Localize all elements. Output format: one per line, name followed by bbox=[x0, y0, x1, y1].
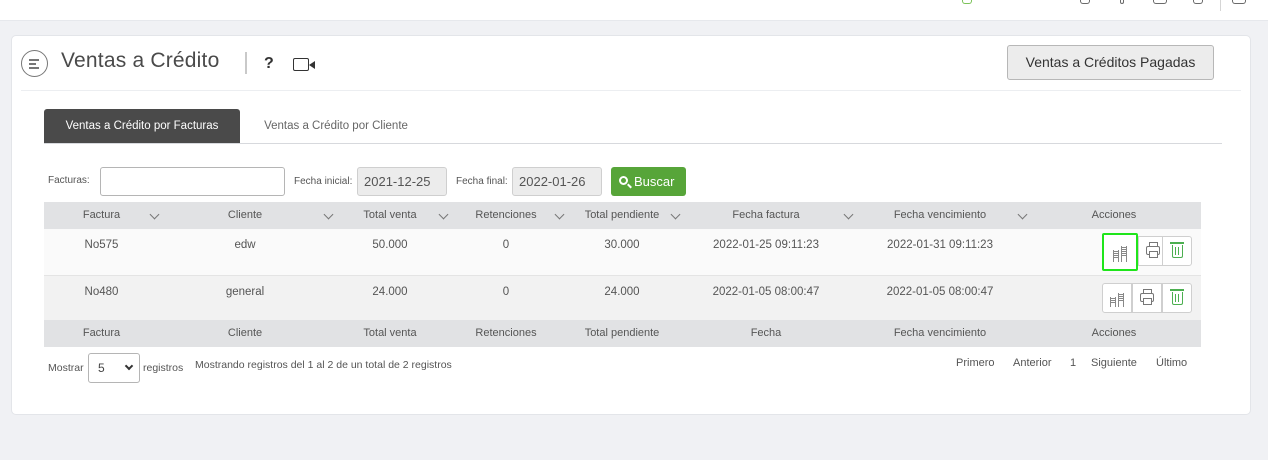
sync-icon[interactable] bbox=[962, 0, 972, 4]
cell-cliente: general bbox=[225, 286, 265, 298]
cell-fecha-factura: 2022-01-25 09:11:23 bbox=[713, 239, 819, 251]
header-divider bbox=[21, 90, 1241, 91]
footer-cliente: Cliente bbox=[227, 327, 263, 339]
coins-icon bbox=[1113, 250, 1119, 262]
pagination-next[interactable]: Siguiente bbox=[1091, 357, 1137, 369]
page-size-value: 5 bbox=[98, 361, 105, 375]
video-camera-icon[interactable] bbox=[293, 58, 315, 71]
notification-icon[interactable] bbox=[1193, 0, 1203, 4]
top-navbar bbox=[0, 0, 1268, 21]
footer-total-venta: Total venta bbox=[363, 327, 417, 339]
footer-fecha: Fecha bbox=[750, 327, 782, 339]
help-icon[interactable]: ? bbox=[264, 55, 274, 73]
printer-icon bbox=[1140, 289, 1154, 305]
records-label: registros bbox=[143, 362, 184, 374]
end-date-label: Fecha final: bbox=[456, 176, 508, 187]
end-date-input[interactable]: 2022-01-26 bbox=[512, 167, 602, 196]
cell-retenciones: 0 bbox=[502, 286, 510, 298]
binoculars-icon[interactable] bbox=[1080, 0, 1090, 4]
credit-sales-icon bbox=[21, 50, 48, 77]
trash-icon bbox=[1170, 289, 1184, 305]
cell-total-pendiente: 24.000 bbox=[604, 286, 640, 298]
pagination-page-1[interactable]: 1 bbox=[1070, 357, 1076, 369]
cell-fecha-factura: 2022-01-05 08:00:47 bbox=[712, 286, 820, 298]
column-header-total-pendiente[interactable]: Total pendiente bbox=[563, 202, 681, 229]
payments-button[interactable] bbox=[1102, 283, 1132, 313]
tabs-divider bbox=[44, 143, 1222, 144]
cell-retenciones: 0 bbox=[502, 239, 510, 251]
title-divider bbox=[245, 52, 247, 74]
column-header-cliente[interactable]: Cliente bbox=[159, 202, 331, 229]
column-header-fecha-vencimiento[interactable]: Fecha vencimiento bbox=[851, 202, 1029, 229]
cell-total-venta: 24.000 bbox=[372, 286, 408, 298]
start-date-label: Fecha inicial: bbox=[294, 176, 353, 187]
table-footer: Factura Cliente Total venta Retenciones … bbox=[44, 320, 1201, 347]
search-button[interactable]: Buscar bbox=[611, 167, 686, 196]
footer-retenciones: Retenciones bbox=[475, 327, 537, 339]
pagination-last[interactable]: Último bbox=[1156, 357, 1187, 369]
footer-fecha-vencimiento: Fecha vencimiento bbox=[893, 327, 987, 339]
footer-factura: Factura bbox=[82, 327, 121, 339]
printer-icon bbox=[1146, 242, 1160, 258]
payments-button[interactable] bbox=[1102, 233, 1138, 271]
footer-total-pendiente: Total pendiente bbox=[584, 327, 660, 339]
pagination-previous[interactable]: Anterior bbox=[1013, 357, 1052, 369]
menu-icon[interactable] bbox=[1153, 0, 1167, 4]
search-button-label: Buscar bbox=[634, 174, 675, 189]
invoices-input[interactable] bbox=[100, 167, 285, 196]
paid-credit-sales-button[interactable]: Ventas a Créditos Pagadas bbox=[1007, 45, 1214, 80]
tab-credit-sales-by-client[interactable]: Ventas a Crédito por Cliente bbox=[246, 109, 426, 143]
table-row: No575 edw 50.000 0 30.000 2022-01-25 09:… bbox=[44, 229, 1201, 275]
delete-button[interactable] bbox=[1162, 283, 1192, 313]
page-title: Ventas a Crédito bbox=[61, 49, 220, 72]
cell-factura: No480 bbox=[84, 286, 119, 298]
navbar-separator bbox=[1220, 0, 1221, 11]
cell-total-venta: 50.000 bbox=[372, 239, 408, 251]
delete-button[interactable] bbox=[1162, 236, 1192, 266]
cell-fecha-vencimiento: 2022-01-05 08:00:47 bbox=[886, 286, 994, 298]
cell-fecha-vencimiento: 2022-01-31 09:11:23 bbox=[887, 239, 993, 251]
coins-icon bbox=[1110, 297, 1116, 307]
column-header-retenciones[interactable]: Retenciones bbox=[449, 202, 563, 229]
start-date-input[interactable]: 2021-12-25 bbox=[357, 167, 447, 196]
show-label: Mostrar bbox=[48, 362, 84, 374]
footer-acciones: Acciones bbox=[1091, 327, 1137, 339]
table-header: Factura Cliente Total venta Retenciones … bbox=[44, 202, 1201, 229]
column-header-factura[interactable]: Factura bbox=[44, 202, 159, 229]
column-header-fecha-factura[interactable]: Fecha factura bbox=[681, 202, 851, 229]
cell-factura: No575 bbox=[84, 239, 119, 251]
chevron-down-icon bbox=[124, 361, 134, 371]
invoices-label: Facturas: bbox=[48, 175, 90, 186]
cell-total-pendiente: 30.000 bbox=[604, 239, 640, 251]
column-header-acciones: Acciones bbox=[1091, 209, 1137, 221]
cell-cliente: edw bbox=[234, 239, 256, 251]
table-row: No480 general 24.000 0 24.000 2022-01-05… bbox=[44, 275, 1201, 321]
page-size-select[interactable]: 5 bbox=[88, 353, 140, 383]
print-button[interactable] bbox=[1132, 283, 1162, 313]
user-avatar-icon[interactable] bbox=[1232, 0, 1246, 4]
pagination-first[interactable]: Primero bbox=[956, 357, 995, 369]
tab-credit-sales-by-invoice[interactable]: Ventas a Crédito por Facturas bbox=[44, 109, 240, 143]
records-info: Mostrando registros del 1 al 2 de un tot… bbox=[195, 359, 452, 371]
column-header-total-venta[interactable]: Total venta bbox=[331, 202, 449, 229]
search-icon bbox=[619, 176, 628, 185]
trash-icon bbox=[1170, 242, 1184, 258]
info-icon[interactable] bbox=[1120, 0, 1124, 4]
